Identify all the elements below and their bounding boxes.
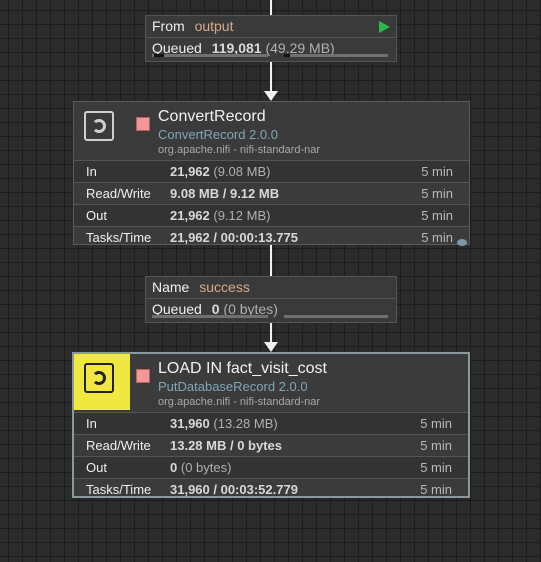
connection-queued-row: Queued 119,081 (49.29 MB) [146,38,396,59]
backpressure-count-bar [152,315,268,318]
connection-label-output[interactable]: From output Queued 119,081 (49.29 MB) [145,15,397,62]
out-size: (9.12 MB) [213,208,271,223]
stat-time: 5 min [421,208,453,223]
stat-time: 5 min [421,164,453,179]
name-value: success [199,279,250,295]
stat-row-tasks: Tasks/Time 21,962 / 00:00:13.775 5 min [74,226,469,248]
stat-time: 5 min [421,186,453,201]
processor-bundle: org.apache.nifi - nifi-standard-nar [158,144,321,156]
processor-icon-box [74,354,130,410]
backpressure-count-fill [154,54,164,57]
stat-value: 31,960 (13.28 MB) [170,413,278,434]
connection-label-success[interactable]: Name success Queued 0 (0 bytes) [145,276,397,323]
tasks-value: 31,960 / 00:03:52.779 [170,482,298,497]
in-size: (9.08 MB) [213,164,271,179]
rw-value: 9.08 MB / 9.12 MB [170,186,280,201]
processor-convertrecord[interactable]: ConvertRecord ConvertRecord 2.0.0 org.ap… [73,101,470,248]
stat-row-in: In 21,962 (9.08 MB) 5 min [74,160,469,182]
stat-label: Tasks/Time [86,482,152,497]
stat-label: Tasks/Time [86,230,152,245]
stat-value: 21,962 (9.08 MB) [170,161,270,182]
backpressure-size-bar [284,315,388,318]
stat-row-in: In 31,960 (13.28 MB) 5 min [74,412,468,434]
stat-row-readwrite: Read/Write 13.28 MB / 0 bytes 5 min [74,434,468,456]
backpressure-count-bar [152,54,268,57]
out-count: 0 [170,460,178,475]
processor-load-in-fact-visit-cost[interactable]: LOAD IN fact_visit_cost PutDatabaseRecor… [72,352,470,498]
processor-icon [84,111,114,141]
processor-type: PutDatabaseRecord 2.0.0 [158,379,308,394]
bulletin-icon[interactable] [457,239,467,246]
stat-time: 5 min [420,416,452,431]
stat-label: In [86,164,97,179]
stat-row-out: Out 0 (0 bytes) 5 min [74,456,468,478]
stopped-icon [136,369,150,383]
arrowhead-icon [264,91,278,101]
processor-icon-box [74,102,130,158]
stat-time: 5 min [421,230,453,245]
connection-name-row: Name success [146,277,396,299]
out-count: 21,962 [170,208,210,223]
stat-value: 9.08 MB / 9.12 MB [170,183,279,204]
swirl-icon [92,371,106,385]
tasks-value: 21,962 / 00:00:13.775 [170,230,298,245]
stat-label: In [86,416,97,431]
in-count: 21,962 [170,164,210,179]
stat-label: Out [86,208,107,223]
name-label: Name [152,279,190,295]
stat-time: 5 min [420,460,452,475]
processor-bundle: org.apache.nifi - nifi-standard-nar [158,396,321,408]
rw-value: 13.28 MB / 0 bytes [170,438,282,453]
stat-label: Out [86,460,107,475]
stat-label: Read/Write [86,186,151,201]
processor-type: ConvertRecord 2.0.0 [158,127,278,142]
stat-time: 5 min [420,482,452,497]
processor-name: ConvertRecord [158,108,266,125]
arrowhead-icon [264,342,278,352]
from-label: From [152,18,185,34]
stat-value: 31,960 / 00:03:52.779 [170,479,298,500]
stat-value: 13.28 MB / 0 bytes [170,435,282,456]
stat-time: 5 min [420,438,452,453]
stat-row-out: Out 21,962 (9.12 MB) 5 min [74,204,469,226]
out-size: (0 bytes) [180,460,232,475]
transmitting-icon [379,21,390,33]
backpressure-size-bar [284,54,388,57]
in-size: (13.28 MB) [213,416,278,431]
processor-icon [84,363,114,393]
connection-queued-row: Queued 0 (0 bytes) [146,299,396,320]
connection-from-row: From output [146,16,396,38]
processor-name: LOAD IN fact_visit_cost [158,360,327,377]
in-count: 31,960 [170,416,210,431]
stat-value: 21,962 / 00:00:13.775 [170,227,298,248]
processor-header: LOAD IN fact_visit_cost PutDatabaseRecor… [74,354,468,412]
stat-value: 21,962 (9.12 MB) [170,205,270,226]
stat-value: 0 (0 bytes) [170,457,231,478]
stat-row-tasks: Tasks/Time 31,960 / 00:03:52.779 5 min [74,478,468,500]
backpressure-size-fill [284,54,290,57]
stat-label: Read/Write [86,438,151,453]
from-value: output [194,18,234,34]
stat-row-readwrite: Read/Write 9.08 MB / 9.12 MB 5 min [74,182,469,204]
swirl-icon [92,119,106,133]
processor-header: ConvertRecord ConvertRecord 2.0.0 org.ap… [74,102,469,160]
stopped-icon [136,117,150,131]
